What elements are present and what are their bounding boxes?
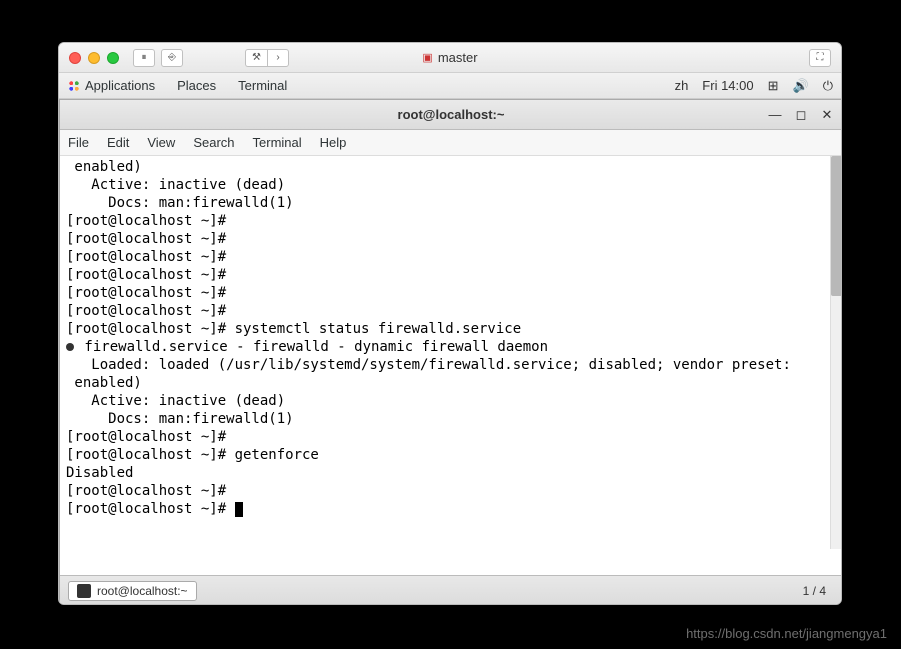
vm-window: ⏸ ⎆ ⚒ › ▣ master ⛶ Applications Places T… bbox=[58, 42, 842, 605]
menu-help[interactable]: Help bbox=[320, 135, 347, 150]
apps-icon bbox=[67, 79, 81, 93]
vm-title-text: master bbox=[438, 50, 478, 65]
snapshot-button[interactable]: ⎆ bbox=[161, 49, 183, 67]
vm-icon: ▣ bbox=[422, 51, 432, 64]
pause-button[interactable]: ⏸ bbox=[133, 49, 155, 67]
clock[interactable]: Fri 14:00 bbox=[702, 78, 753, 93]
gnome-top-panel: Applications Places Terminal zh Fri 14:0… bbox=[59, 73, 841, 99]
terminal-window: root@localhost:~ — ◻ ✕ File Edit View Se… bbox=[59, 99, 842, 605]
applications-menu[interactable]: Applications bbox=[85, 78, 155, 93]
terminal-task-icon bbox=[77, 584, 91, 598]
maximize-button[interactable]: ◻ bbox=[792, 106, 810, 124]
terminal-content[interactable]: enabled) Active: inactive (dead) Docs: m… bbox=[60, 156, 842, 549]
menu-search[interactable]: Search bbox=[193, 135, 234, 150]
menu-edit[interactable]: Edit bbox=[107, 135, 129, 150]
places-menu[interactable]: Places bbox=[177, 78, 216, 93]
input-method-indicator[interactable]: zh bbox=[675, 78, 689, 93]
menu-terminal[interactable]: Terminal bbox=[253, 135, 302, 150]
power-icon[interactable]: ⏻ bbox=[823, 78, 833, 94]
volume-icon[interactable]: 🔊 bbox=[793, 78, 809, 94]
terminal-launcher[interactable]: Terminal bbox=[238, 78, 287, 93]
menu-view[interactable]: View bbox=[147, 135, 175, 150]
scrollbar-thumb[interactable] bbox=[831, 156, 842, 296]
gnome-taskbar: root@localhost:~ 1 / 4 bbox=[60, 575, 842, 605]
minimize-button[interactable]: — bbox=[766, 106, 784, 124]
terminal-scrollbar[interactable] bbox=[830, 156, 842, 549]
taskbar-window-label: root@localhost:~ bbox=[97, 584, 188, 598]
panel-right: zh Fri 14:00 ⊞ 🔊 ⏻ bbox=[675, 78, 833, 94]
watermark: https://blog.csdn.net/jiangmengya1 bbox=[686, 626, 887, 641]
workspace-indicator[interactable]: 1 / 4 bbox=[795, 582, 834, 600]
expand-button[interactable]: ⛶ bbox=[809, 49, 831, 67]
vm-title: ▣ master bbox=[422, 50, 477, 65]
mac-titlebar: ⏸ ⎆ ⚒ › ▣ master ⛶ bbox=[59, 43, 841, 73]
mac-toolbar: ⏸ ⎆ ⚒ › bbox=[133, 49, 289, 67]
tools-button[interactable]: ⚒ bbox=[245, 49, 267, 67]
close-traffic-light[interactable] bbox=[69, 52, 81, 64]
zoom-traffic-light[interactable] bbox=[107, 52, 119, 64]
traffic-lights bbox=[69, 52, 119, 64]
taskbar-window-button[interactable]: root@localhost:~ bbox=[68, 581, 197, 601]
terminal-titlebar[interactable]: root@localhost:~ — ◻ ✕ bbox=[60, 100, 842, 130]
menu-file[interactable]: File bbox=[68, 135, 89, 150]
close-button[interactable]: ✕ bbox=[818, 106, 836, 124]
network-icon[interactable]: ⊞ bbox=[768, 78, 779, 94]
minimize-traffic-light[interactable] bbox=[88, 52, 100, 64]
terminal-menubar: File Edit View Search Terminal Help bbox=[60, 130, 842, 156]
next-button[interactable]: › bbox=[267, 49, 289, 67]
terminal-title: root@localhost:~ bbox=[398, 107, 505, 122]
